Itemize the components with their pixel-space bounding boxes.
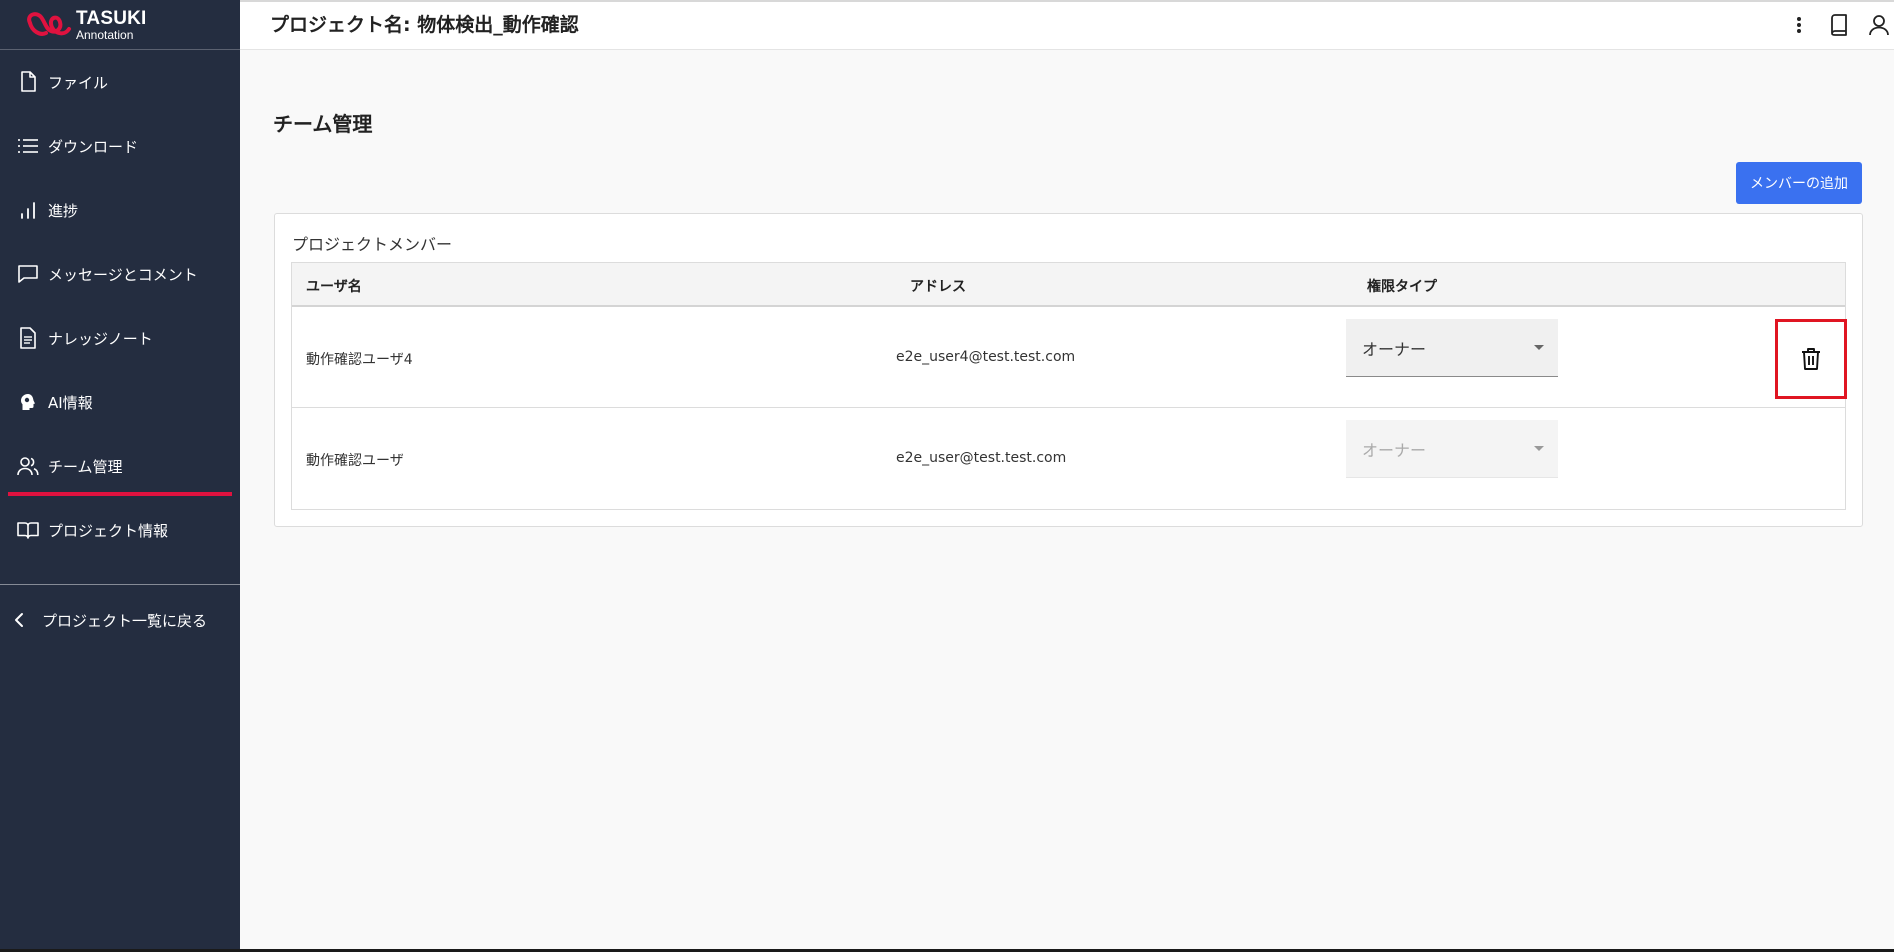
sidebar-item-download[interactable]: ダウンロード — [0, 114, 240, 178]
card-title: プロジェクトメンバー — [292, 235, 453, 254]
logo[interactable]: TASUKI Annotation — [0, 0, 240, 50]
document-icon — [16, 326, 40, 350]
bar-chart-icon — [16, 198, 40, 222]
trash-icon — [1802, 348, 1820, 370]
more-options-button[interactable] — [1784, 12, 1814, 38]
members-table: ユーザ名 アドレス 権限タイプ 動作確認ユーザ4 e2e_user4@test.… — [291, 262, 1847, 510]
role-select-disabled: オーナー — [1346, 420, 1558, 478]
book-icon — [1831, 14, 1847, 36]
member-name: 動作確認ユーザ4 — [306, 352, 413, 368]
role-select-value: オーナー — [1362, 441, 1427, 460]
brand-sub: Annotation — [76, 27, 134, 42]
delete-member-button[interactable] — [1775, 319, 1847, 399]
page-title: チーム管理 — [273, 112, 373, 136]
sidebar-item-team[interactable]: チーム管理 — [0, 434, 240, 498]
sidebar-item-file[interactable]: ファイル — [0, 50, 240, 114]
role-select[interactable]: オーナー — [1346, 319, 1558, 377]
chevron-left-icon — [14, 608, 32, 632]
sidebar-item-knowledge[interactable]: ナレッジノート — [0, 306, 240, 370]
ai-head-icon — [16, 390, 40, 414]
sidebar-item-label: ダウンロード — [48, 137, 139, 156]
dropdown-arrow-icon — [1534, 345, 1544, 350]
book-icon — [16, 518, 40, 542]
kebab-menu-icon — [1797, 17, 1801, 33]
sidebar-item-messages[interactable]: メッセージとコメント — [0, 242, 240, 306]
top-actions — [1774, 12, 1894, 38]
sidebar-item-progress[interactable]: 進捗 — [0, 178, 240, 242]
user-icon — [1869, 15, 1889, 36]
sidebar-item-label: プロジェクト情報 — [48, 521, 169, 540]
column-header-address: アドレス — [910, 279, 966, 295]
member-email: e2e_user4@test.test.com — [896, 349, 1076, 365]
table-header: ユーザ名 アドレス 権限タイプ — [292, 263, 1845, 307]
role-select-value: オーナー — [1362, 340, 1427, 359]
back-to-projects-link[interactable]: プロジェクト一覧に戻る — [0, 585, 240, 655]
members-card: プロジェクトメンバー ユーザ名 アドレス 権限タイプ 動作確認ユーザ4 e2e_… — [274, 213, 1863, 527]
back-link-label: プロジェクト一覧に戻る — [42, 611, 208, 630]
project-title: プロジェクト名: 物体検出_動作確認 — [270, 14, 579, 36]
sidebar-item-project-info[interactable]: プロジェクト情報 — [0, 498, 240, 562]
sidebar-item-ai-info[interactable]: AI情報 — [0, 370, 240, 434]
member-email: e2e_user@test.test.com — [896, 450, 1067, 466]
add-member-button[interactable]: メンバーの追加 — [1736, 162, 1862, 204]
member-name: 動作確認ユーザ — [306, 453, 404, 469]
sidebar-item-label: 進捗 — [48, 201, 79, 220]
file-icon — [16, 70, 40, 94]
users-icon — [16, 454, 40, 478]
table-row: 動作確認ユーザ4 e2e_user4@test.test.com オーナー — [292, 307, 1847, 408]
sidebar-item-label: チーム管理 — [48, 457, 123, 476]
column-header-username: ユーザ名 — [306, 279, 362, 295]
top-bar: プロジェクト名: 物体検出_動作確認 — [240, 0, 1894, 50]
sidebar-item-label: ナレッジノート — [48, 329, 153, 348]
sidebar-item-label: ファイル — [48, 73, 109, 92]
account-button[interactable] — [1864, 12, 1894, 38]
manual-button[interactable] — [1824, 12, 1854, 38]
sidebar-nav: ファイル ダウンロード 進捗 メッセージとコメント ナレッジノート AI情報 チ… — [0, 50, 240, 562]
sidebar-item-label: メッセージとコメント — [48, 265, 198, 284]
list-icon — [16, 134, 40, 158]
table-row: 動作確認ユーザ e2e_user@test.test.com オーナー — [292, 408, 1845, 509]
column-header-role: 権限タイプ — [1367, 279, 1437, 295]
sidebar-item-label: AI情報 — [48, 393, 93, 412]
dropdown-arrow-icon — [1534, 446, 1544, 451]
brand-name: TASUKI — [76, 7, 147, 29]
message-icon — [16, 262, 40, 286]
tasuki-logo-icon — [27, 11, 71, 36]
sidebar: TASUKI Annotation ファイル ダウンロード 進捗 メッセージとコ… — [0, 0, 240, 952]
